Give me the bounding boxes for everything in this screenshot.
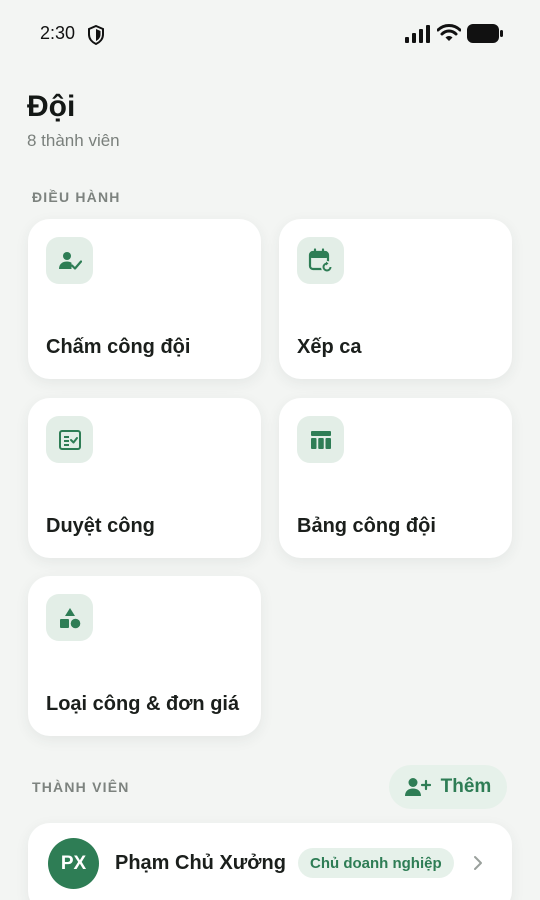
- role-badge: Chủ doanh nghiệp: [298, 848, 454, 878]
- tile-label: Chấm công đội: [46, 336, 191, 358]
- chevron-right-icon: [474, 856, 482, 870]
- avatar: PX: [48, 838, 99, 889]
- signal-icon: [405, 25, 430, 43]
- member-name: Phạm Chủ Xưởng: [115, 852, 286, 874]
- tile-work-types-rates[interactable]: Loại công & đơn giá: [28, 576, 261, 736]
- status-bar: 2:30: [0, 0, 540, 70]
- tile-label: Xếp ca: [297, 336, 362, 358]
- tile-label: Duyệt công: [46, 515, 155, 537]
- page-title: Đội: [27, 90, 76, 123]
- tile-approve-work[interactable]: Duyệt công: [28, 398, 261, 558]
- add-person-icon: [404, 778, 431, 796]
- add-member-label: Thêm: [440, 776, 492, 797]
- member-list-item[interactable]: PX Phạm Chủ Xưởng Chủ doanh nghiệp: [28, 823, 512, 900]
- tile-label: Bảng công đội: [297, 515, 436, 537]
- tile-team-attendance[interactable]: Chấm công đội: [28, 219, 261, 379]
- table-icon: [297, 416, 344, 463]
- battery-icon: [467, 24, 503, 43]
- wifi-icon: [437, 24, 461, 41]
- operations-section-label: ĐIỀU HÀNH: [32, 189, 121, 205]
- checklist-icon: [46, 416, 93, 463]
- tile-shift-schedule[interactable]: Xếp ca: [279, 219, 512, 379]
- add-member-button[interactable]: Thêm: [389, 765, 507, 809]
- person-check-icon: [46, 237, 93, 284]
- members-section-label: THÀNH VIÊN: [32, 779, 130, 795]
- calendar-refresh-icon: [297, 237, 344, 284]
- tile-team-timesheet[interactable]: Bảng công đội: [279, 398, 512, 558]
- shield-icon: [88, 25, 104, 45]
- tile-label: Loại công & đơn giá: [46, 693, 240, 715]
- status-time: 2:30: [40, 23, 76, 43]
- shapes-icon: [46, 594, 93, 641]
- member-count: 8 thành viên: [27, 131, 120, 150]
